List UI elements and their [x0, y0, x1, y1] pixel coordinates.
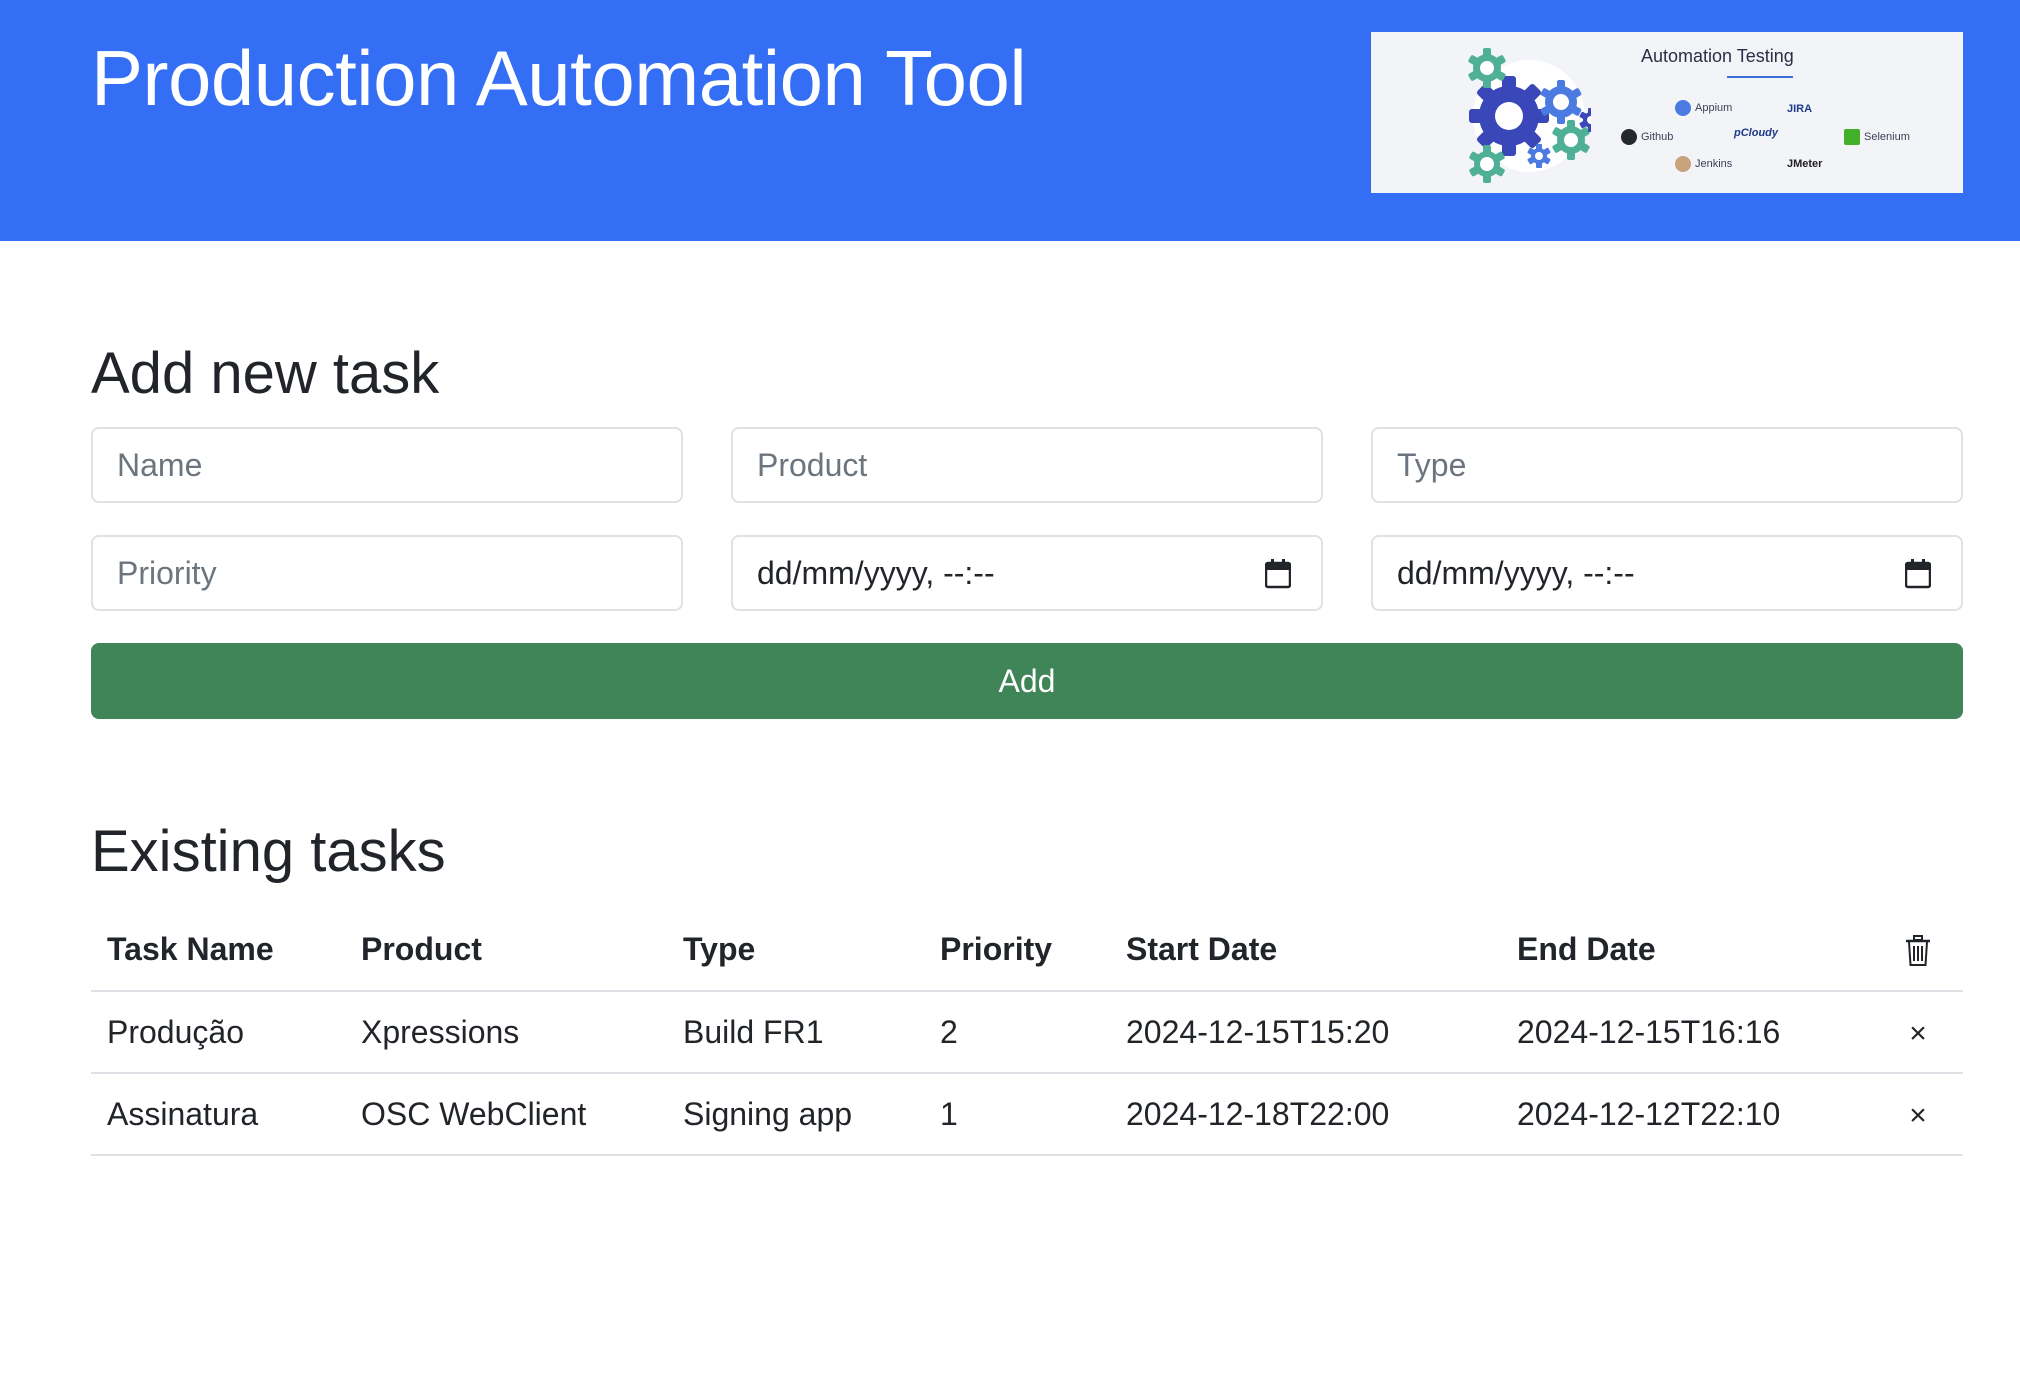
name-input[interactable]: [91, 427, 683, 503]
end-date-input[interactable]: dd/mm/yyyy, --:--: [1371, 535, 1963, 611]
tasks-table-wrap: Task Name Product Type Priority Start Da…: [91, 908, 1963, 1156]
product-cell: OSC WebClient: [345, 1073, 667, 1156]
calendar-icon[interactable]: [1265, 559, 1291, 589]
selenium-icon: [1844, 129, 1860, 145]
column-header-task-name: Task Name: [91, 908, 345, 992]
trash-icon[interactable]: [1905, 935, 1931, 967]
end-date-cell: 2024-12-15T16:16: [1501, 991, 1873, 1074]
end-date-value: dd/mm/yyyy, --:--: [1397, 555, 1635, 591]
table-row: Produção Xpressions Build FR1 2 2024-12-…: [91, 991, 1963, 1074]
table-header-row: Task Name Product Type Priority Start Da…: [91, 908, 1963, 992]
gears-illustration: [1468, 48, 1591, 183]
banner-title: Automation Testing: [1641, 46, 1794, 66]
column-header-start-date: Start Date: [1110, 908, 1501, 992]
start-date-cell: 2024-12-15T15:20: [1110, 991, 1501, 1074]
priority-input[interactable]: [91, 535, 683, 611]
table-row: Assinatura OSC WebClient Signing app 1 2…: [91, 1073, 1963, 1156]
calendar-icon[interactable]: [1905, 559, 1931, 589]
column-header-end-date: End Date: [1501, 908, 1873, 992]
column-header-product: Product: [345, 908, 667, 992]
task-name-cell: Assinatura: [91, 1073, 345, 1156]
start-date-value: dd/mm/yyyy, --:--: [757, 555, 995, 591]
type-cell: Build FR1: [667, 991, 924, 1074]
start-date-input[interactable]: dd/mm/yyyy, --:--: [731, 535, 1323, 611]
appium-icon: [1675, 100, 1691, 116]
product-input[interactable]: [731, 427, 1323, 503]
banner-underline: [1727, 76, 1793, 78]
close-icon[interactable]: ×: [1909, 1099, 1927, 1133]
delete-cell: ×: [1873, 1073, 1963, 1156]
task-name-cell: Produção: [91, 991, 345, 1074]
start-date-cell: 2024-12-18T22:00: [1110, 1073, 1501, 1156]
header-bar: Production Automation Tool Automation Te…: [0, 0, 2020, 241]
tool-jmeter: JMeter: [1787, 158, 1823, 170]
add-task-title: Add new task: [91, 341, 440, 406]
tool-jenkins: Jenkins: [1675, 156, 1732, 172]
tool-appium: Appium: [1675, 100, 1732, 116]
github-icon: [1621, 129, 1637, 145]
close-icon[interactable]: ×: [1909, 1017, 1927, 1051]
tasks-table: Task Name Product Type Priority Start Da…: [91, 908, 1963, 1156]
column-header-type: Type: [667, 908, 924, 992]
column-header-delete-all: [1873, 908, 1963, 992]
tool-pcloudy: pCloudy: [1734, 127, 1778, 139]
priority-cell: 1: [924, 1073, 1110, 1156]
app-title: Production Automation Tool: [91, 34, 1027, 122]
product-cell: Xpressions: [345, 991, 667, 1074]
type-cell: Signing app: [667, 1073, 924, 1156]
delete-cell: ×: [1873, 991, 1963, 1074]
tool-selenium: Selenium: [1844, 129, 1910, 145]
tool-github: Github: [1621, 129, 1673, 145]
existing-tasks-title: Existing tasks: [91, 819, 446, 884]
type-input[interactable]: [1371, 427, 1963, 503]
priority-cell: 2: [924, 991, 1110, 1074]
end-date-cell: 2024-12-12T22:10: [1501, 1073, 1873, 1156]
tool-jira: JIRA: [1787, 103, 1813, 115]
column-header-priority: Priority: [924, 908, 1110, 992]
jenkins-icon: [1675, 156, 1691, 172]
add-button[interactable]: Add: [91, 643, 1963, 719]
automation-testing-banner: Automation Testing Appium JIRA Github pC…: [1371, 32, 1963, 193]
